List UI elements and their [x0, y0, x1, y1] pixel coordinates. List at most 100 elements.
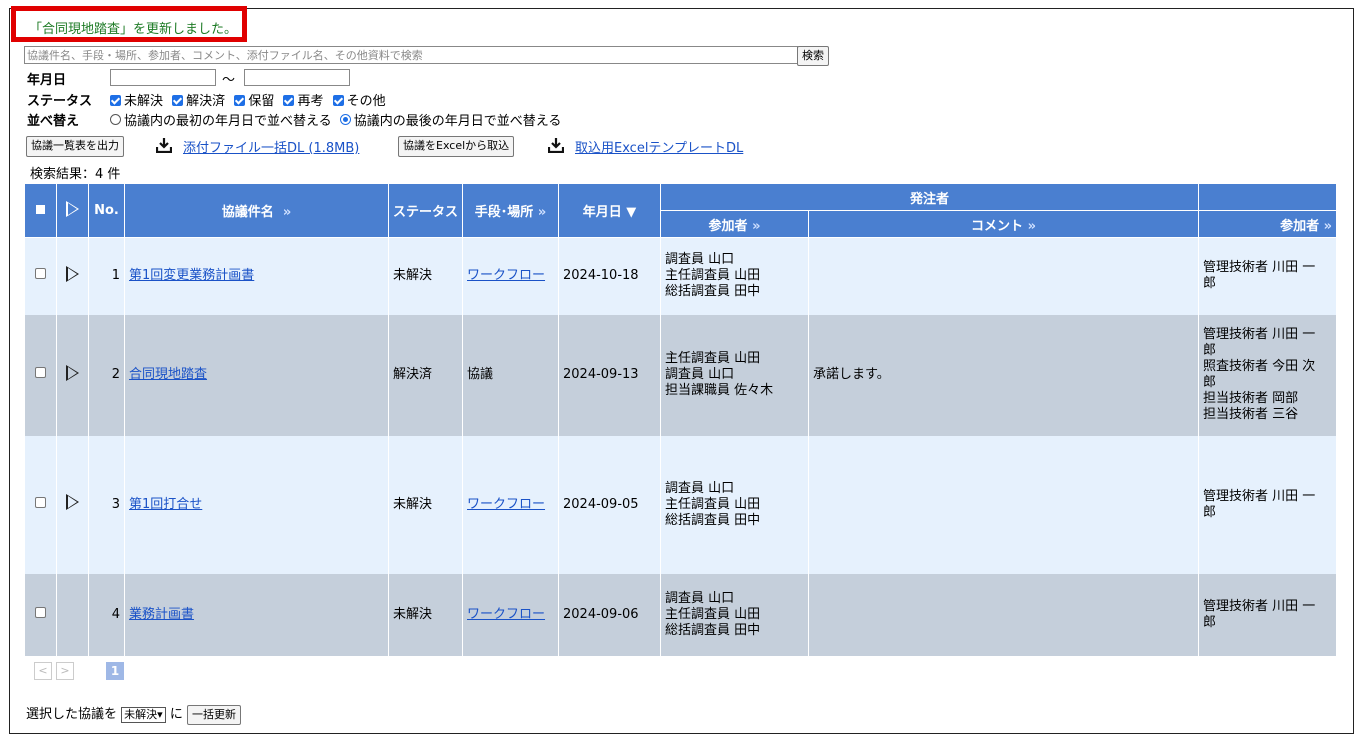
row-participants-contractor: 管理技術者 川田 一 郎	[1198, 237, 1338, 315]
row-participants: 主任調査員 山田 調査員 山口 担当課職員 佐々木	[660, 314, 810, 436]
col-comment[interactable]: コメント »	[808, 210, 1200, 238]
checkbox-icon	[110, 95, 121, 106]
expand-column-icon[interactable]: »	[538, 205, 546, 220]
row-date: 2024-09-06	[558, 573, 662, 656]
row-place-link[interactable]: ワークフロー	[467, 607, 545, 622]
row-comment	[808, 435, 1200, 574]
row-participants: 調査員 山口 主任調査員 山田 総括調査員 田中	[660, 573, 810, 656]
notice-text: 「合同現地踏査」を更新しました。	[29, 22, 238, 37]
row-status: 未解決	[387, 573, 464, 656]
row-checkbox[interactable]	[35, 496, 46, 508]
row-checkbox[interactable]	[35, 606, 46, 618]
search-button[interactable]: 検索	[797, 46, 829, 66]
row-status: 解決済	[387, 314, 464, 436]
bulk-status-select[interactable]: 未解決▾	[121, 706, 166, 723]
row-checkbox[interactable]	[35, 367, 46, 378]
play-icon[interactable]	[66, 364, 79, 381]
template-download-link[interactable]: 取込用ExcelテンプレートDL	[575, 137, 743, 156]
download-icon	[548, 138, 564, 153]
col-group-orderer: 発注者	[660, 183, 1200, 211]
play-icon[interactable]	[66, 494, 79, 510]
expand-column-icon[interactable]: »	[1028, 219, 1036, 234]
status-option-unresolved[interactable]: 未解決	[110, 94, 163, 109]
row-date: 2024-10-18	[558, 237, 662, 315]
row-participants-contractor: 管理技術者 川田 一 郎	[1198, 435, 1338, 574]
row-place-link[interactable]: ワークフロー	[467, 497, 545, 512]
discussion-table: No. 協議件名 » ステータス 手段･場所 » 年月日 ▼ 発注者 参加者 »…	[24, 183, 1338, 656]
row-comment: 承諾します。	[808, 314, 1200, 436]
row-title-link[interactable]: 業務計画書	[129, 607, 194, 622]
row-no: 2	[88, 314, 125, 436]
status-option-reconsider[interactable]: 再考	[283, 94, 323, 109]
table-row[interactable]: 1 第1回変更業務計画書 未解決 ワークフロー 2024-10-18 調査員 山…	[24, 237, 1338, 315]
sort-options: 協議内の最初の年月日で並べ替える 協議内の最後の年月日で並べ替える	[110, 110, 561, 129]
col-group-contractor	[1198, 183, 1338, 211]
row-checkbox[interactable]	[35, 268, 46, 280]
date-from-input[interactable]	[110, 69, 216, 86]
checkbox-icon	[283, 95, 295, 106]
row-status: 未解決	[387, 435, 464, 574]
search-input[interactable]	[24, 46, 798, 64]
col-status: ステータス	[387, 183, 464, 238]
checkbox-icon	[332, 95, 344, 106]
col-date[interactable]: 年月日 ▼	[558, 183, 662, 238]
sort-option-first-date[interactable]: 協議内の最初の年月日で並べ替える	[110, 114, 332, 129]
download-icon	[156, 138, 172, 153]
date-to-input[interactable]	[244, 69, 350, 86]
row-date: 2024-09-05	[558, 435, 662, 574]
status-option-other[interactable]: その他	[332, 94, 386, 109]
select-all-checkbox[interactable]	[36, 205, 45, 214]
radio-icon	[110, 114, 121, 125]
pager-current-page[interactable]: 1	[106, 662, 124, 680]
update-notice: 「合同現地踏査」を更新しました。	[11, 6, 247, 42]
table-row[interactable]: 4 業務計画書 未解決 ワークフロー 2024-09-06 調査員 山口 主任調…	[24, 573, 1338, 656]
col-participants[interactable]: 参加者 »	[660, 210, 810, 238]
row-date: 2024-09-13	[558, 314, 662, 436]
checkbox-icon	[172, 95, 184, 106]
row-participants-contractor: 管理技術者 川田 一 郎	[1198, 573, 1338, 656]
row-no: 1	[88, 237, 125, 315]
checkbox-icon	[234, 95, 246, 106]
pager-next-button[interactable]: >	[56, 662, 74, 680]
row-place: 協議	[462, 314, 560, 436]
col-place[interactable]: 手段･場所 »	[462, 183, 560, 238]
row-participants-contractor: 管理技術者 川田 一 郎 照査技術者 今田 次 郎 担当技術者 岡部 担当技術者…	[1198, 314, 1338, 436]
status-option-resolved[interactable]: 解決済	[172, 94, 225, 109]
col-participants-contractor[interactable]: 参加者 »	[1198, 210, 1338, 238]
expand-column-icon[interactable]: »	[283, 205, 291, 220]
expand-column-icon[interactable]: »	[752, 219, 760, 234]
export-list-button[interactable]: 協議一覧表を出力	[26, 136, 124, 157]
expand-column-icon[interactable]: »	[1324, 219, 1332, 234]
play-icon	[66, 200, 79, 217]
attachments-download-link[interactable]: 添付ファイル一括DL (1.8MB)	[183, 137, 359, 156]
bulk-prefix: 選択した協議を	[26, 707, 118, 722]
sort-option-last-date[interactable]: 協議内の最後の年月日で並べ替える	[339, 114, 561, 129]
row-title-link[interactable]: 第1回変更業務計画書	[129, 268, 254, 283]
result-count: 検索結果：4 件	[30, 167, 121, 182]
table-row[interactable]: 3 第1回打合せ 未解決 ワークフロー 2024-09-05 調査員 山口 主任…	[24, 435, 1338, 574]
row-place-link[interactable]: ワークフロー	[467, 268, 545, 283]
row-comment	[808, 237, 1200, 315]
status-options: 未解決 解決済 保留 再考 その他	[110, 90, 391, 109]
col-title[interactable]: 協議件名 »	[124, 183, 389, 238]
select-all-header[interactable]	[24, 183, 57, 238]
row-title-link[interactable]: 合同現地踏査	[129, 367, 207, 382]
row-participants: 調査員 山口 主任調査員 山田 総括調査員 田中	[660, 237, 810, 315]
status-option-hold[interactable]: 保留	[234, 94, 274, 109]
row-no: 4	[88, 573, 125, 656]
import-excel-button[interactable]: 協議をExcelから取込	[398, 136, 515, 157]
sort-label: 並べ替え	[27, 114, 80, 129]
play-all-header[interactable]	[56, 183, 89, 238]
row-status: 未解決	[387, 237, 464, 315]
bulk-update-button[interactable]: 一括更新	[186, 704, 241, 725]
col-no: No.	[88, 183, 125, 238]
row-title-link[interactable]: 第1回打合せ	[129, 497, 202, 512]
radio-selected-icon	[339, 114, 351, 125]
row-no: 3	[88, 435, 125, 574]
bulk-mid: に	[169, 707, 183, 722]
row-comment	[808, 573, 1200, 656]
row-participants: 調査員 山口 主任調査員 山田 総括調査員 田中	[660, 435, 810, 574]
pager-prev-button[interactable]: <	[34, 662, 52, 680]
table-row[interactable]: 2 合同現地踏査 解決済 協議 2024-09-13 主任調査員 山田 調査員 …	[24, 314, 1338, 436]
play-icon[interactable]	[66, 265, 79, 282]
